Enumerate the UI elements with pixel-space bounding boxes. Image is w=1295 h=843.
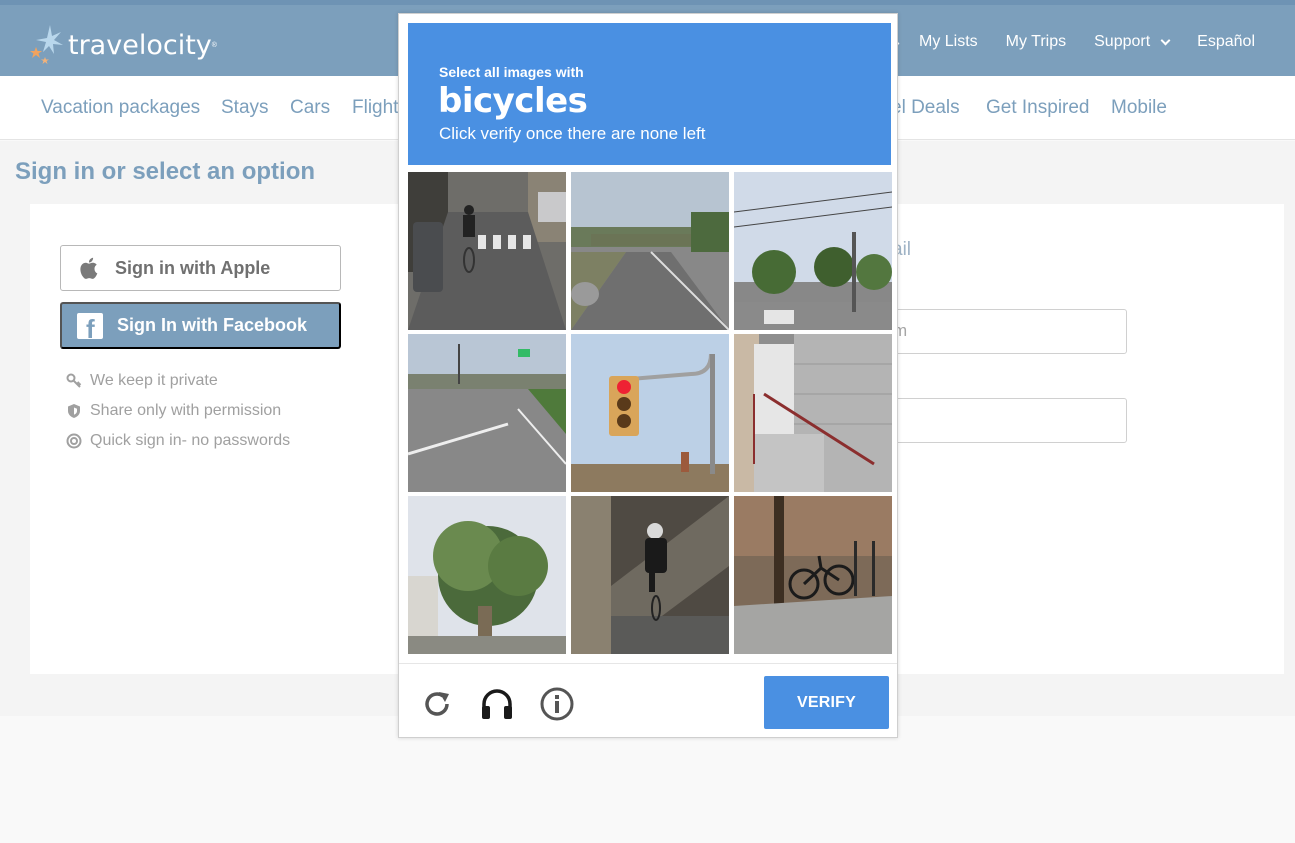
perk-item: Quick sign in- no passwords <box>66 426 290 456</box>
captcha-image-grid <box>408 172 892 654</box>
captcha-tile-1[interactable] <box>408 172 566 330</box>
email-input[interactable]: m <box>892 309 1127 354</box>
nav-vacation-packages[interactable]: Vacation packages <box>41 97 200 119</box>
support-label: Support <box>1094 33 1151 50</box>
shield-icon <box>68 404 80 418</box>
quick-signin-icon <box>66 433 82 449</box>
brand-name: travelocity <box>68 29 212 61</box>
captcha-dialog: Select all images with bicycles Click ve… <box>398 13 898 738</box>
captcha-tile-9[interactable] <box>734 496 892 654</box>
perk-text: Quick sign in- no passwords <box>90 432 291 449</box>
perk-text: We keep it private <box>90 372 218 389</box>
perks-list: We keep it private Share only with permi… <box>66 366 290 456</box>
captcha-tile-7[interactable] <box>408 496 566 654</box>
refresh-icon[interactable] <box>419 686 455 722</box>
nav-cars[interactable]: Cars <box>290 97 330 119</box>
captcha-header: Select all images with bicycles Click ve… <box>408 23 891 165</box>
nav-deals[interactable]: el Deals <box>891 97 960 119</box>
nav-get-inspired[interactable]: Get Inspired <box>986 97 1090 119</box>
page-title: Sign in or select an option <box>15 158 316 185</box>
headphones-icon[interactable] <box>479 686 515 722</box>
captcha-tile-2[interactable] <box>571 172 729 330</box>
captcha-note: Click verify once there are none left <box>439 124 706 143</box>
captcha-tile-8[interactable] <box>571 496 729 654</box>
sign-in-facebook-button[interactable]: f Sign In with Facebook <box>60 302 341 349</box>
captcha-footer: VERIFY <box>399 663 897 737</box>
star-logo-icon <box>28 23 68 67</box>
nav-stays[interactable]: Stays <box>221 97 269 119</box>
captcha-target: bicycles <box>438 81 588 121</box>
facebook-icon: f <box>77 312 103 339</box>
top-links: My Lists My Trips Support Español <box>919 33 1295 51</box>
language-link[interactable]: Español <box>1197 33 1255 51</box>
info-icon[interactable] <box>539 686 575 722</box>
chevron-down-icon <box>1160 35 1171 45</box>
key-icon <box>66 373 82 388</box>
captcha-tile-5[interactable] <box>571 334 729 492</box>
apple-button-label: Sign in with Apple <box>115 257 271 278</box>
verify-button[interactable]: VERIFY <box>764 676 889 729</box>
captcha-tile-3[interactable] <box>734 172 892 330</box>
sign-in-apple-button[interactable]: Sign in with Apple <box>60 245 341 291</box>
trademark-symbol: ® <box>211 41 217 49</box>
my-trips-link[interactable]: My Trips <box>1006 33 1066 51</box>
perk-item: Share only with permission <box>66 396 290 426</box>
support-menu[interactable]: Support <box>1094 33 1171 51</box>
my-lists-link[interactable]: My Lists <box>919 33 978 51</box>
captcha-instruction: Select all images with <box>439 64 584 80</box>
perk-text: Share only with permission <box>90 402 282 419</box>
apple-icon <box>79 256 101 280</box>
password-input[interactable] <box>892 398 1127 443</box>
facebook-button-label: Sign In with Facebook <box>117 315 308 335</box>
nav-mobile[interactable]: Mobile <box>1111 97 1167 119</box>
perk-item: We keep it private <box>66 366 290 396</box>
travelocity-logo[interactable]: travelocity ® <box>28 23 217 67</box>
captcha-tile-6[interactable] <box>734 334 892 492</box>
captcha-tile-4[interactable] <box>408 334 566 492</box>
